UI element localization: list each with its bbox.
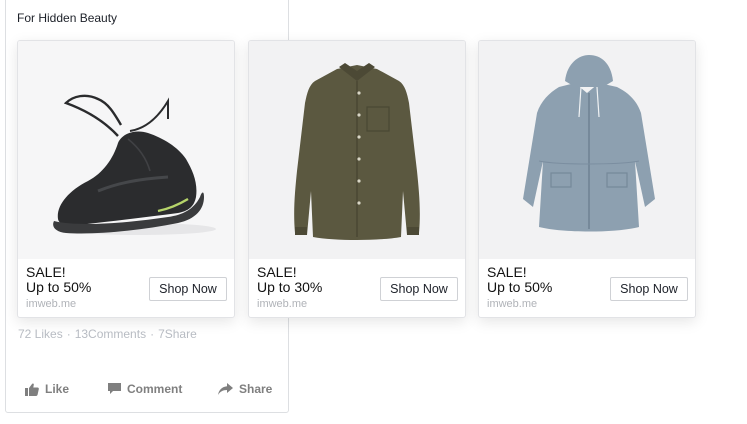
card-headline: SALE! xyxy=(487,264,527,280)
like-button[interactable]: Like xyxy=(25,382,69,396)
comment-button[interactable]: Comment xyxy=(108,382,182,396)
separator: · xyxy=(150,327,155,341)
product-image-shirt[interactable] xyxy=(249,41,465,259)
separator: · xyxy=(66,327,71,341)
comments-count[interactable]: 13Comments xyxy=(75,327,146,341)
likes-count[interactable]: 72 Likes xyxy=(18,327,63,341)
product-image-sneaker[interactable] xyxy=(18,41,234,259)
comment-label: Comment xyxy=(127,382,183,396)
card-subheadline: Up to 50% xyxy=(26,279,92,295)
shop-now-button[interactable]: Shop Now xyxy=(149,277,227,301)
card-domain: imweb.me xyxy=(487,298,538,310)
shares-count[interactable]: 7Share xyxy=(158,327,197,341)
card-domain: imweb.me xyxy=(26,298,77,310)
card-subheadline: Up to 50% xyxy=(487,279,553,295)
action-bar: Like Comment Share xyxy=(6,375,288,403)
share-arrow-icon xyxy=(218,383,233,395)
share-button[interactable]: Share xyxy=(218,382,272,396)
product-image-raincoat[interactable] xyxy=(479,41,695,259)
card-subheadline: Up to 30% xyxy=(257,279,323,295)
carousel-card[interactable]: SALE! Up to 30% imweb.me Shop Now xyxy=(248,40,466,318)
carousel-card[interactable]: SALE! Up to 50% imweb.me Shop Now xyxy=(17,40,235,318)
card-domain: imweb.me xyxy=(257,298,308,310)
speech-bubble-icon xyxy=(108,383,121,395)
ad-stage: For Hidden Beauty 72 Likes · 13Comments … xyxy=(0,0,747,424)
like-label: Like xyxy=(45,382,70,396)
share-label: Share xyxy=(239,382,273,396)
post-caption: For Hidden Beauty xyxy=(17,11,118,25)
shop-now-button[interactable]: Shop Now xyxy=(380,277,458,301)
card-headline: SALE! xyxy=(257,264,297,280)
engagement-stats: 72 Likes · 13Comments · 7Share xyxy=(18,327,197,341)
thumbs-up-icon xyxy=(25,383,39,396)
card-headline: SALE! xyxy=(26,264,66,280)
shop-now-button[interactable]: Shop Now xyxy=(610,277,688,301)
carousel-card[interactable]: SALE! Up to 50% imweb.me Shop Now xyxy=(478,40,696,318)
